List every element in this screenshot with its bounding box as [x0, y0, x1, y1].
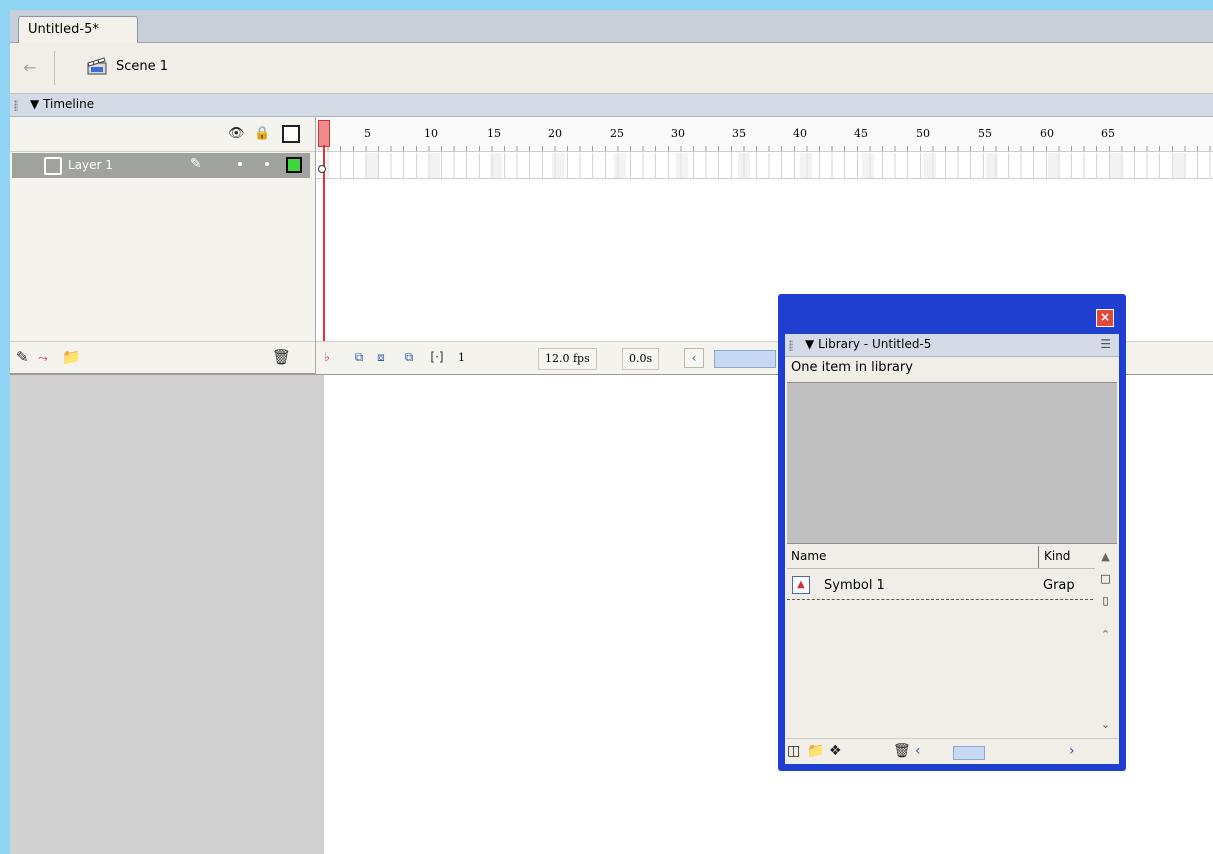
layer-row[interactable]: Layer 1 ✎: [12, 153, 310, 178]
collapse-triangle-icon: ▼: [805, 337, 815, 351]
lock-icon[interactable]: 🔒: [254, 126, 270, 142]
pencil-icon: ✎: [190, 156, 202, 172]
document-tab-title: Untitled-5*: [28, 22, 99, 37]
library-preview: [787, 382, 1117, 544]
scroll-right-icon[interactable]: ›: [1069, 743, 1075, 759]
scroll-up-icon[interactable]: ⌃: [1097, 626, 1114, 643]
layer-name[interactable]: Layer 1: [68, 158, 113, 172]
outline-icon[interactable]: [282, 125, 300, 143]
current-frame-value: 1: [458, 351, 465, 364]
scroll-down-icon[interactable]: ⌄: [1097, 716, 1114, 733]
ruler-label: 5: [364, 127, 371, 140]
column-name-header[interactable]: Name: [791, 549, 826, 563]
ruler-label: 60: [1040, 127, 1054, 140]
visibility-dot[interactable]: [238, 162, 242, 166]
panel-grip-icon[interactable]: [14, 100, 18, 111]
frame-ruler[interactable]: 1 5 10 15 20 25 30 35 40 45 50 55 60 65: [316, 117, 1213, 152]
ruler-label: 35: [732, 127, 746, 140]
library-column-headers: Name Kind: [787, 546, 1095, 569]
panel-grip-icon[interactable]: [789, 340, 793, 351]
ruler-label: 65: [1101, 127, 1115, 140]
modify-onion-markers-icon[interactable]: [·]: [428, 348, 446, 366]
playhead[interactable]: [318, 120, 330, 147]
new-symbol-icon[interactable]: ◫: [787, 743, 800, 759]
onion-skin-icon[interactable]: ⧉: [350, 348, 368, 366]
scene-clapper-icon: [87, 57, 107, 75]
eye-icon[interactable]: 👁: [228, 126, 245, 142]
column-kind-header[interactable]: Kind: [1044, 549, 1070, 563]
library-hscroll-thumb[interactable]: [953, 746, 985, 760]
edit-multiple-frames-icon[interactable]: ⧉: [400, 348, 418, 366]
library-title-label: Library - Untitled-5: [818, 337, 932, 351]
delete-item-icon[interactable]: 🗑: [893, 743, 911, 759]
edit-bar: ← Scene 1: [10, 43, 1213, 94]
library-item-count: One item in library: [791, 360, 913, 375]
ruler-label: 30: [671, 127, 685, 140]
pasteboard: [10, 375, 324, 854]
document-tab-bar: Untitled-5*: [10, 10, 1213, 43]
ruler-label: 45: [854, 127, 868, 140]
insert-layer-icon[interactable]: ✎: [16, 348, 29, 366]
library-item-kind: Grap: [1043, 578, 1075, 593]
document-tab[interactable]: Untitled-5*: [18, 16, 138, 43]
layer-footer: ✎ ⤳ 📁 🗑: [10, 341, 315, 374]
wide-state-icon[interactable]: □: [1097, 570, 1114, 587]
layers-column: 👁 🔒 Layer 1 ✎ ✎ ⤳ 📁 🗑: [10, 117, 316, 373]
library-panel[interactable]: × ▼ Library - Untitled-5 ☰ One item in l…: [778, 294, 1126, 771]
timeline-title: ▼ Timeline: [30, 97, 94, 111]
library-footer: ◫ 📁 ❖ 🗑 ‹ ›: [785, 738, 1119, 765]
timeline-hscroll-thumb[interactable]: [714, 350, 776, 368]
separator: [54, 51, 55, 85]
panel-options-menu-icon[interactable]: ☰: [1100, 337, 1111, 351]
add-motion-guide-icon[interactable]: ⤳: [38, 351, 48, 366]
ruler-label: 50: [916, 127, 930, 140]
ruler-label: 40: [793, 127, 807, 140]
lock-dot[interactable]: [265, 162, 269, 166]
ruler-label: 10: [424, 127, 438, 140]
scroll-left-icon[interactable]: ‹: [915, 743, 921, 759]
keyframe-marker[interactable]: [318, 165, 326, 173]
delete-layer-icon[interactable]: 🗑: [272, 348, 291, 366]
scroll-left-icon[interactable]: ‹: [684, 348, 704, 368]
insert-layer-folder-icon[interactable]: 📁: [62, 348, 81, 366]
sort-order-icon[interactable]: ▲: [1097, 548, 1114, 565]
playhead-line: [323, 145, 325, 341]
scene-label[interactable]: Scene 1: [116, 59, 168, 74]
arrow-left-icon[interactable]: ←: [18, 57, 42, 79]
flash-editor: Untitled-5* ← Scene 1 ▼ Timeline 👁 🔒 Lay…: [10, 10, 1213, 854]
layer-header: 👁 🔒: [10, 117, 315, 152]
timeline-title-label: Timeline: [43, 97, 95, 111]
collapse-triangle-icon: ▼: [30, 97, 40, 111]
window-frame: [0, 0, 1213, 10]
ruler-label: 55: [978, 127, 992, 140]
graphic-symbol-icon: ▲: [792, 576, 810, 594]
library-panel-header[interactable]: ▼ Library - Untitled-5 ☰: [785, 334, 1119, 357]
outline-color-swatch[interactable]: [286, 157, 302, 173]
frame-rate-value[interactable]: 12.0 fps: [538, 348, 597, 370]
ruler-label: 20: [548, 127, 562, 140]
elapsed-time-value: 0.0s: [622, 348, 660, 370]
properties-icon[interactable]: ❖: [829, 743, 842, 759]
library-item-name: Symbol 1: [824, 578, 885, 593]
library-panel-body: ▼ Library - Untitled-5 ☰ One item in lib…: [785, 334, 1119, 764]
new-folder-icon[interactable]: 📁: [807, 743, 824, 759]
narrow-state-icon[interactable]: ▯: [1097, 592, 1114, 609]
library-title: ▼ Library - Untitled-5: [805, 337, 931, 351]
library-vscroll[interactable]: ▲ □ ▯ ⌃ ⌄: [1095, 546, 1117, 736]
ruler-label: 15: [487, 127, 501, 140]
column-divider[interactable]: [1038, 546, 1039, 568]
timeline-panel-header[interactable]: ▼ Timeline: [10, 94, 1213, 117]
layer-icon: [44, 157, 62, 175]
frame-strip-shading: [316, 153, 1213, 178]
onion-skin-outlines-icon[interactable]: ⧈: [372, 348, 390, 366]
center-frame-icon[interactable]: ♭: [318, 348, 336, 366]
ruler-label: 25: [610, 127, 624, 140]
library-item[interactable]: ▲ Symbol 1 Grap: [787, 572, 1093, 600]
close-icon[interactable]: ×: [1096, 309, 1114, 327]
